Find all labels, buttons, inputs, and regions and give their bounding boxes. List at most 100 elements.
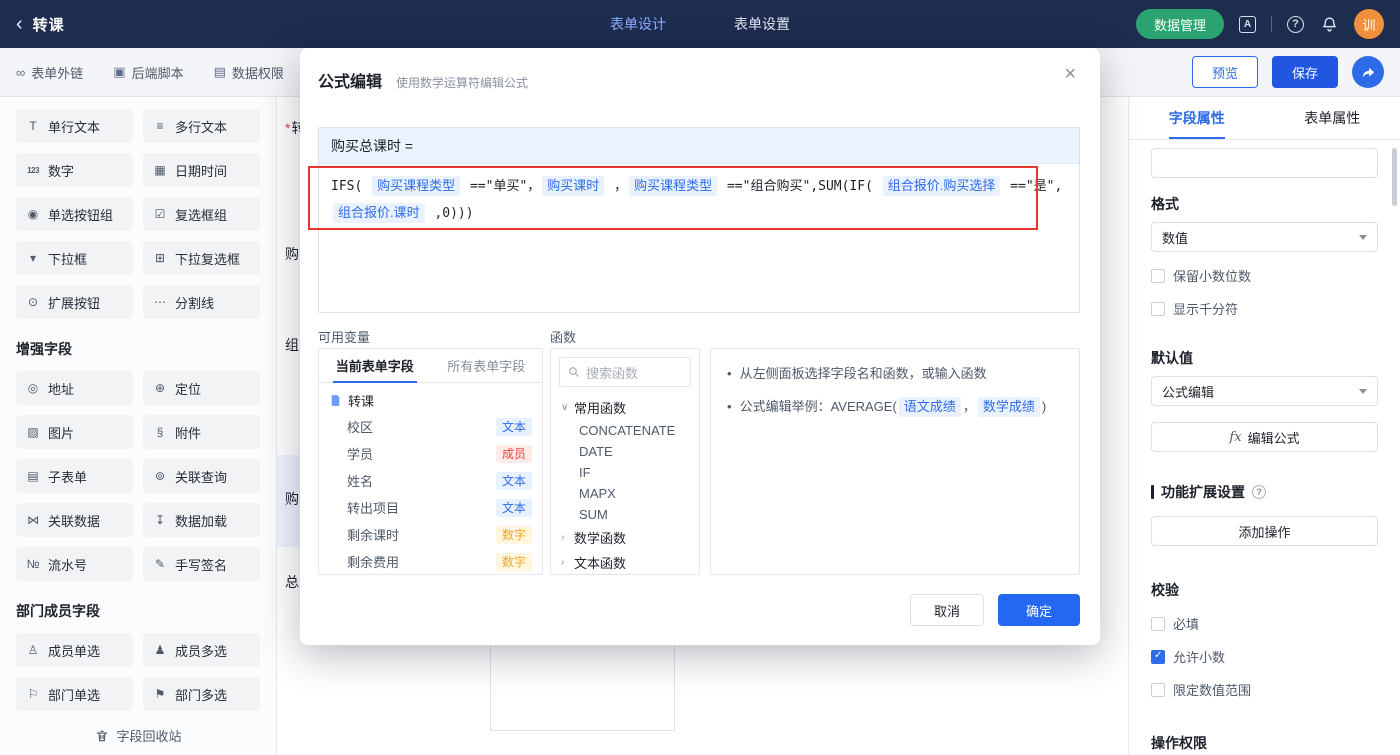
- palette-item-label: 流水号: [48, 557, 88, 573]
- formula-line: 组合报价.课时 ,0))): [331, 200, 1067, 227]
- help-line: • 公式编辑举例：AVERAGE(语文成绩，数学成绩): [727, 396, 1063, 417]
- palette-item-attachment[interactable]: § 附件: [143, 415, 260, 449]
- fx-icon: fx: [1229, 429, 1242, 445]
- function-group-math[interactable]: › 数学函数: [551, 525, 699, 550]
- formula-help-panel: • 从左侧面板选择字段名和函数，或输入函数 • 公式编辑举例：AVERAGE(语…: [710, 348, 1080, 575]
- share-button[interactable]: [1352, 56, 1384, 88]
- dept-single-icon: ⚐: [27, 687, 39, 701]
- variables-root-node[interactable]: 转课: [319, 383, 542, 413]
- member-multi-icon: ♟: [154, 643, 166, 657]
- palette-item-label: 数字: [48, 163, 75, 179]
- function-item[interactable]: CONCATENATE: [551, 420, 699, 441]
- function-item[interactable]: IF: [551, 462, 699, 483]
- close-icon[interactable]: ×: [1064, 64, 1076, 84]
- lookup-icon: ⊚: [154, 469, 166, 483]
- form-external-link-button[interactable]: ∞ 表单外链: [16, 63, 83, 82]
- palette-item-address[interactable]: ◎ 地址: [16, 371, 133, 405]
- palette-item-extend-button[interactable]: ⊙ 扩展按钮: [16, 285, 133, 319]
- avatar[interactable]: 训: [1354, 9, 1384, 39]
- add-action-button[interactable]: 添加操作: [1151, 516, 1378, 546]
- function-item[interactable]: MAPX: [551, 483, 699, 504]
- palette-item-subform[interactable]: ▤ 子表单: [16, 459, 133, 493]
- save-button[interactable]: 保存: [1272, 56, 1338, 88]
- field-chip[interactable]: 购买课时: [542, 176, 605, 196]
- palette-item-member-multi[interactable]: ♟ 成员多选: [143, 633, 260, 667]
- cancel-button[interactable]: 取消: [910, 594, 984, 626]
- palette-item-label: 关联数据: [48, 513, 101, 529]
- tab-form-settings[interactable]: 表单设置: [734, 14, 790, 34]
- palette-item-divider[interactable]: ⋯ 分割线: [143, 285, 260, 319]
- palette-item-image[interactable]: ▨ 图片: [16, 415, 133, 449]
- field-chip[interactable]: 组合报价.购买选择: [882, 176, 1001, 196]
- palette-item-serial-number[interactable]: № 流水号: [16, 547, 133, 581]
- palette-item-multi-line-text[interactable]: ≡ 多行文本: [143, 109, 260, 143]
- help-icon[interactable]: ?: [1287, 15, 1304, 33]
- palette-item-label: 部门多选: [175, 687, 228, 703]
- palette-item-linked-data[interactable]: ⋈ 关联数据: [16, 503, 133, 537]
- limit-range-checkbox[interactable]: 限定数值范围: [1151, 680, 1378, 699]
- palette-item-single-line-text[interactable]: T 单行文本: [16, 109, 133, 143]
- variable-row[interactable]: 转出项目 文本: [319, 494, 542, 521]
- variable-row[interactable]: 姓名 文本: [319, 467, 542, 494]
- palette-item-number[interactable]: 123 数字: [16, 153, 133, 187]
- format-select[interactable]: 数值: [1151, 222, 1378, 252]
- variable-row[interactable]: 学员 成员: [319, 440, 542, 467]
- tab-form-design[interactable]: 表单设计: [610, 14, 666, 34]
- variable-row[interactable]: 校区 文本: [319, 413, 542, 440]
- preview-button[interactable]: 预览: [1192, 56, 1258, 88]
- palette-item-dept-multi[interactable]: ⚑ 部门多选: [143, 677, 260, 711]
- palette-item-dropdown-multi[interactable]: ⊞ 下拉复选框: [143, 241, 260, 275]
- formula-body[interactable]: IFS( 购买课程类型 =="单买"， 购买课时 ，购买课程类型 =="组合购买"…: [319, 164, 1079, 236]
- function-item[interactable]: SUM: [551, 504, 699, 525]
- field-type-badge: 成员: [495, 444, 532, 463]
- palette-item-signature[interactable]: ✎ 手写签名: [143, 547, 260, 581]
- variables-panel: 当前表单字段 所有表单字段 转课 校区 文本 学员 成员 姓名 文本 转出项目 文本 剩…: [318, 348, 543, 575]
- edit-formula-button[interactable]: fx 编辑公式: [1151, 422, 1378, 452]
- palette-item-checkbox-group[interactable]: ☑ 复选框组: [143, 197, 260, 231]
- palette-item-member-single[interactable]: ♙ 成员单选: [16, 633, 133, 667]
- variable-row[interactable]: 剩余费用 数字: [319, 548, 542, 574]
- data-permission-button[interactable]: ▤ 数据权限: [214, 63, 284, 82]
- field-title-input[interactable]: [1151, 148, 1378, 178]
- tab-current-form-fields[interactable]: 当前表单字段: [319, 349, 431, 382]
- functions-panel: 搜索函数 ∨ 常用函数 CONCATENATE DATE IF MAPX SUM …: [550, 348, 700, 575]
- required-checkbox[interactable]: 必填: [1151, 614, 1378, 633]
- dept-member-field-group: ♙ 成员单选 ♟ 成员多选 ⚐ 部门单选 ⚑ 部门多选: [16, 633, 260, 711]
- field-recycle-bin[interactable]: 字段回收站: [0, 726, 277, 745]
- bullet-icon: •: [727, 399, 732, 414]
- function-search-input[interactable]: 搜索函数: [559, 357, 691, 387]
- variable-row[interactable]: 剩余课时 数字: [319, 521, 542, 548]
- default-value-select[interactable]: 公式编辑: [1151, 376, 1378, 406]
- field-chip[interactable]: 购买课程类型: [629, 176, 718, 196]
- field-chip[interactable]: 购买课程类型: [372, 176, 461, 196]
- palette-item-radio-group[interactable]: ◉ 单选按钮组: [16, 197, 133, 231]
- confirm-button[interactable]: 确定: [998, 594, 1080, 626]
- backend-script-button[interactable]: ▣ 后端脚本: [113, 63, 183, 82]
- help-circle-icon[interactable]: ?: [1252, 485, 1266, 499]
- palette-item-dept-single[interactable]: ⚐ 部门单选: [16, 677, 133, 711]
- function-item[interactable]: DATE: [551, 441, 699, 462]
- thousand-separator-checkbox[interactable]: 显示千分符: [1151, 299, 1378, 318]
- tab-form-properties[interactable]: 表单属性: [1265, 97, 1400, 139]
- function-group-common[interactable]: ∨ 常用函数: [551, 395, 699, 420]
- field-chip[interactable]: 组合报价.课时: [333, 203, 425, 223]
- data-manage-button[interactable]: 数据管理: [1135, 9, 1224, 39]
- palette-item-location[interactable]: ⊕ 定位: [143, 371, 260, 405]
- palette-item-dropdown[interactable]: ▾ 下拉框: [16, 241, 133, 275]
- formula-editor[interactable]: 购买总课时 = IFS( 购买课程类型 =="单买"， 购买课时 ，购买课程类型 …: [318, 127, 1080, 313]
- palette-item-datetime[interactable]: ▦ 日期时间: [143, 153, 260, 187]
- location-icon: ⊕: [154, 381, 166, 395]
- palette-item-lookup[interactable]: ⊚ 关联查询: [143, 459, 260, 493]
- palette-item-data-load[interactable]: ↧ 数据加载: [143, 503, 260, 537]
- allow-decimal-checkbox[interactable]: 允许小数: [1151, 647, 1378, 666]
- dept-member-fields-heading: 部门成员字段: [16, 603, 100, 619]
- translate-icon[interactable]: A: [1239, 15, 1256, 33]
- function-group-text[interactable]: › 文本函数: [551, 550, 699, 574]
- tab-field-properties[interactable]: 字段属性: [1129, 97, 1265, 139]
- scrollbar-thumb[interactable]: [1392, 148, 1397, 206]
- section-bar: [1151, 485, 1154, 499]
- keep-decimal-checkbox[interactable]: 保留小数位数: [1151, 266, 1378, 285]
- back-button[interactable]: ‹: [16, 14, 23, 34]
- tab-all-form-fields[interactable]: 所有表单字段: [431, 349, 543, 382]
- notification-bell-icon[interactable]: [1319, 14, 1339, 34]
